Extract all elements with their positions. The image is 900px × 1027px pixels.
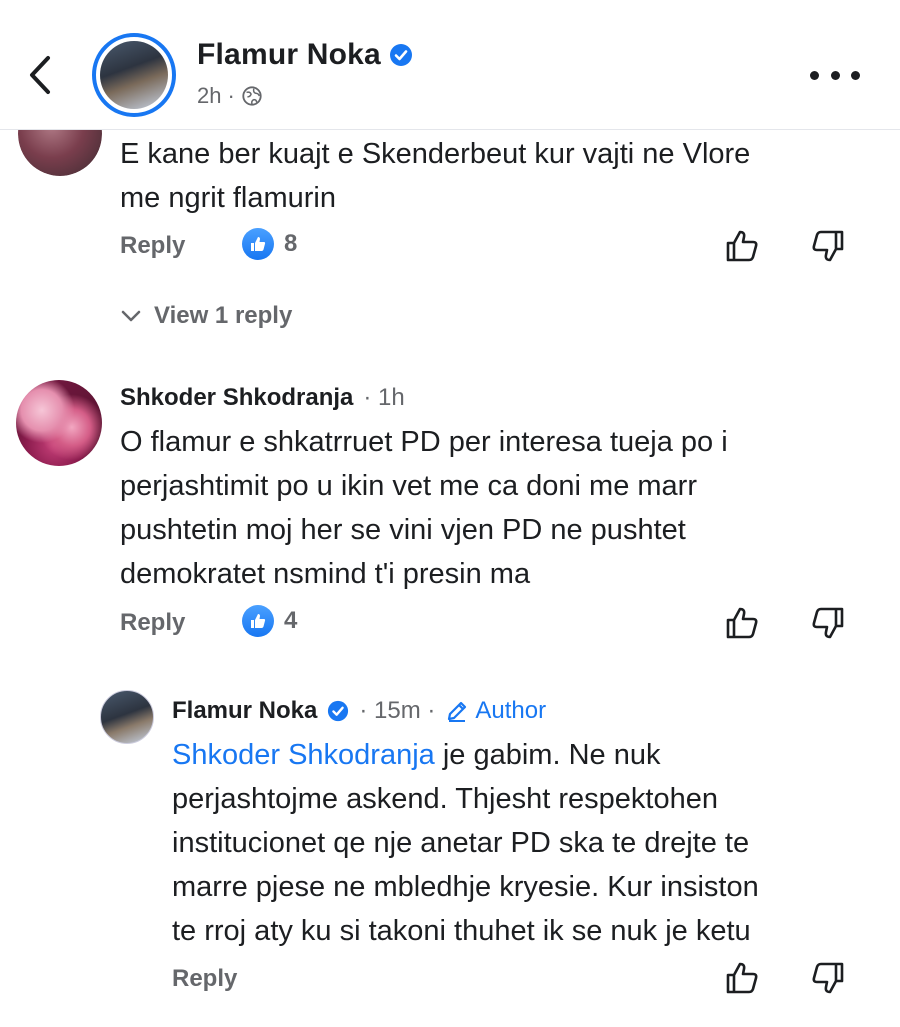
thumbs-up-icon: [726, 230, 758, 262]
thumbs-down-icon: [812, 230, 844, 262]
author-name[interactable]: Flamur Noka: [197, 38, 381, 72]
globe-icon: [242, 86, 262, 106]
reply-button[interactable]: Reply: [120, 232, 185, 260]
comment-line: pushtetin moj her se vini vjen PD ne pus…: [120, 514, 686, 546]
mention-link[interactable]: Shkoder Shkodranja: [172, 739, 435, 771]
commenter-name[interactable]: Shkoder Shkodranja: [120, 384, 353, 412]
comment-line: te rroj aty ku si takoni thuhet ik se nu…: [172, 915, 751, 947]
dislike-button[interactable]: [808, 958, 848, 998]
author-badge: Author: [445, 697, 546, 725]
comment-line: Shkoder Shkodranja je gabim. Ne nuk: [172, 733, 759, 777]
thumbs-up-icon: [726, 962, 758, 994]
more-icon: [810, 70, 819, 80]
verified-icon: [389, 44, 412, 66]
comment-line: me ngrit flamurin: [120, 182, 336, 214]
reply-author-avatar[interactable]: [100, 690, 154, 744]
like-button[interactable]: [722, 226, 762, 266]
comment-body: E kane ber kuajt e Skenderbeut kur vajti…: [120, 132, 750, 220]
reply-body: Shkoder Shkodranja je gabim. Ne nuk perj…: [172, 733, 759, 953]
comment-line: perjashtimit po u ikin vet me ca doni me…: [120, 470, 697, 502]
author-name-row[interactable]: Flamur Noka: [197, 38, 413, 72]
reaction-count[interactable]: 8: [242, 228, 297, 260]
chevron-down-icon: [121, 310, 141, 322]
author-avatar[interactable]: [92, 33, 176, 117]
like-button[interactable]: [722, 603, 762, 643]
comment-line-rest: je gabim. Ne nuk: [434, 739, 661, 771]
view-replies-label[interactable]: View 1 reply: [154, 302, 292, 330]
reply-time[interactable]: · 15m ·: [359, 697, 435, 725]
post-time[interactable]: 2h: [197, 83, 221, 109]
commenter-name-row: Shkoder Shkodranja · 1h: [120, 384, 405, 412]
like-button[interactable]: [722, 958, 762, 998]
back-icon: [30, 56, 50, 94]
post-header: Flamur Noka 2h ·: [0, 0, 900, 130]
comment-line: O flamur e shkatrruet PD per interesa tu…: [120, 426, 728, 458]
pencil-icon: [448, 701, 467, 722]
more-options-button[interactable]: [810, 60, 860, 90]
comment-line: institucionet qe nje anetar PD ska te dr…: [172, 827, 750, 859]
commenter-avatar[interactable]: [18, 122, 102, 176]
reply-button[interactable]: Reply: [172, 965, 237, 993]
thumbs-down-icon: [812, 607, 844, 639]
back-button[interactable]: [22, 50, 62, 100]
comment-line: marre pjese ne mbledhje kryesie. Kur ins…: [172, 871, 759, 903]
commenter-avatar[interactable]: [16, 380, 102, 466]
reaction-count[interactable]: 4: [242, 605, 297, 637]
like-count: 4: [284, 607, 298, 634]
comment-line: E kane ber kuajt e Skenderbeut kur vajti…: [120, 138, 751, 170]
thumbs-up-icon: [726, 607, 758, 639]
author-badge-label: Author: [475, 697, 547, 724]
dislike-button[interactable]: [808, 226, 848, 266]
like-count: 8: [284, 230, 298, 257]
reply-button[interactable]: Reply: [120, 609, 185, 637]
verified-icon: [328, 700, 349, 722]
reply-author-name[interactable]: Flamur Noka: [172, 697, 317, 725]
post-meta: 2h ·: [197, 83, 263, 109]
comment-line: perjashtojme askend. Thjesht respektohen: [172, 783, 718, 815]
dislike-button[interactable]: [808, 603, 848, 643]
view-replies-button[interactable]: View 1 reply: [120, 302, 292, 330]
comment-time[interactable]: · 1h: [363, 384, 404, 412]
like-badge-icon: [242, 228, 274, 260]
thumbs-down-icon: [812, 962, 844, 994]
like-badge-icon: [242, 605, 274, 637]
meta-separator: ·: [227, 83, 235, 108]
reply-author-row: Flamur Noka · 15m · Author: [172, 697, 546, 725]
comment-body: O flamur e shkatrruet PD per interesa tu…: [120, 420, 728, 596]
comment-line: demokratet nsmind t'i presin ma: [120, 558, 531, 590]
